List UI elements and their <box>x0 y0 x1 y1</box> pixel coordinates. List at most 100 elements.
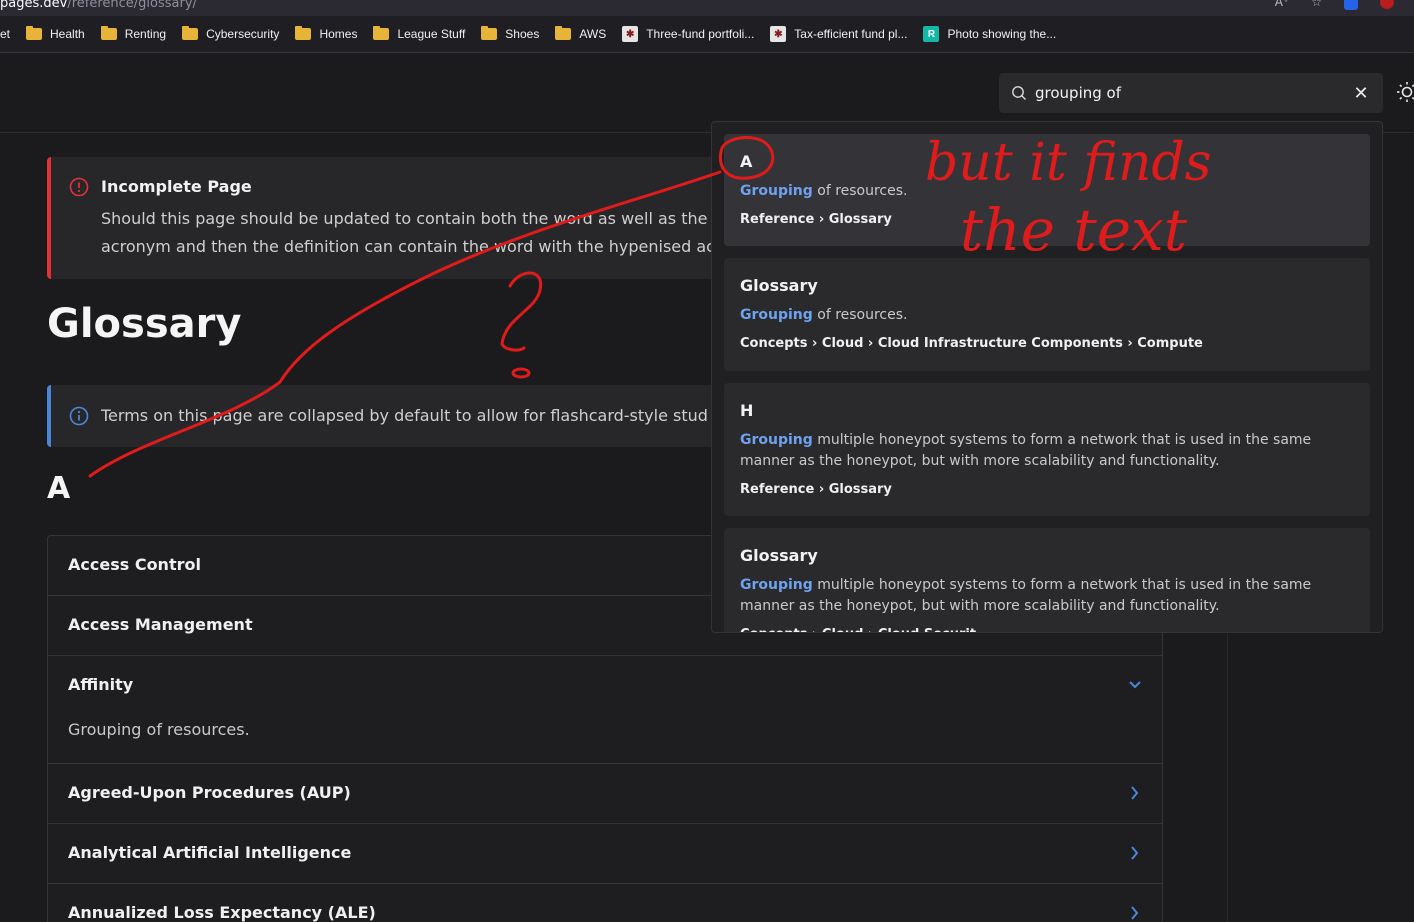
admonition-body-line: acronym and then the definition can cont… <box>101 237 715 256</box>
folder-icon <box>373 26 390 40</box>
term-name: Agreed-Upon Procedures (AUP) <box>68 783 351 802</box>
bookmark-label: Shoes <box>505 27 540 41</box>
r-site-icon: R <box>923 26 940 42</box>
search-result-item[interactable]: H Grouping multiple honeypot systems to f… <box>724 383 1370 516</box>
result-title: Glossary <box>740 276 818 295</box>
search-input[interactable] <box>1035 84 1351 102</box>
bookmark-item[interactable]: et <box>0 22 10 46</box>
favorite-add-icon[interactable]: ☆ <box>1311 0 1322 9</box>
result-title: Glossary <box>740 546 818 565</box>
annotation-question-mark <box>500 271 543 352</box>
chevron-right-icon[interactable] <box>1126 844 1144 862</box>
result-match-highlight: Grouping <box>740 577 813 593</box>
search-icon <box>1012 86 1026 100</box>
term-definition: Grouping of resources. <box>68 720 250 739</box>
bookmark-item[interactable]: AWS <box>555 22 606 46</box>
browser-address-bar[interactable]: pages.dev/reference/glossary/ A⁺ ☆ <box>0 0 1414 16</box>
bookmark-item[interactable]: Health <box>26 22 85 46</box>
page-title: Glossary <box>47 301 242 347</box>
term-name: Access Control <box>68 555 201 574</box>
glossary-term-row[interactable]: Analytical Artificial Intelligence <box>48 824 1162 884</box>
search-result-item[interactable]: A Grouping of resources. Reference › Gloss… <box>724 134 1370 246</box>
bookmark-label: Tax-efficient fund pl... <box>794 27 908 41</box>
bookmark-label: Homes <box>319 27 358 41</box>
result-breadcrumb: Concepts › Cloud › Cloud Securit... <box>740 627 991 632</box>
chevron-right-icon[interactable] <box>1126 784 1144 802</box>
result-match-highlight: Grouping <box>740 307 813 323</box>
result-snippet-text: multiple honeypot systems to form a netw… <box>812 577 1312 593</box>
result-snippet-text: multiple honeypot systems to form a netw… <box>812 432 1312 448</box>
search-result-item[interactable]: Glossary Grouping multiple honeypot syste… <box>724 528 1370 632</box>
bookmark-item[interactable]: Homes <box>295 22 357 46</box>
chevron-down-icon[interactable] <box>1126 676 1144 694</box>
glossary-term-row[interactable]: Affinity Grouping of resources. <box>48 656 1162 764</box>
result-snippet-text: manner as the honeypot, but with more sc… <box>740 598 1220 614</box>
result-snippet: Grouping multiple honeypot systems to fo… <box>740 430 1340 472</box>
url-host: pages.dev <box>0 0 68 11</box>
folder-icon <box>481 26 498 40</box>
bookmark-label: Renting <box>124 27 167 41</box>
bookmark-item[interactable]: R Photo showing the... <box>923 22 1056 46</box>
url-path: /reference/glossary/ <box>67 0 197 11</box>
bookmark-label: Photo showing the... <box>947 27 1057 41</box>
term-name: Access Management <box>68 615 253 634</box>
folder-icon <box>555 26 572 40</box>
bookmark-item[interactable]: Renting <box>100 22 167 46</box>
folder-icon <box>295 26 312 40</box>
bookmark-label: League Stuff <box>397 27 466 41</box>
result-snippet-text: of resources. <box>812 307 908 323</box>
result-breadcrumb: Concepts › Cloud › Cloud Infrastructure … <box>740 336 1203 351</box>
search-results-dropdown: A Grouping of resources. Reference › Gloss… <box>711 121 1383 633</box>
result-snippet: Grouping of resources. <box>740 305 1340 326</box>
bitwarden-extension-icon[interactable] <box>1344 0 1358 10</box>
bookmark-item[interactable]: ✱ Tax-efficient fund pl... <box>770 22 907 46</box>
result-breadcrumb: Reference › Glossary <box>740 482 892 497</box>
folder-icon <box>26 26 43 40</box>
result-snippet: Grouping multiple honeypot systems to fo… <box>740 575 1340 617</box>
folder-icon <box>182 26 199 40</box>
result-breadcrumb: Reference › Glossary <box>740 212 892 227</box>
reader-mode-icon[interactable]: A⁺ <box>1275 0 1290 9</box>
admonition-body-line: Should this page should be updated to co… <box>101 209 721 228</box>
alert-circle-icon <box>69 177 89 197</box>
theme-toggle-sun-icon[interactable] <box>1396 81 1414 103</box>
bookmark-item[interactable]: Shoes <box>481 22 539 46</box>
info-circle-icon <box>69 406 89 426</box>
bookmark-label: Health <box>50 27 85 41</box>
result-title: H <box>740 401 754 420</box>
glossary-term-row[interactable]: Annualized Loss Expectancy (ALE) <box>48 884 1162 922</box>
browser-toolbar-icons: A⁺ ☆ <box>1275 0 1394 10</box>
url-text[interactable]: pages.dev/reference/glossary/ <box>0 0 197 11</box>
admonition-body: Should this page should be updated to co… <box>101 205 721 261</box>
search-box[interactable]: ✕ <box>999 73 1383 113</box>
bookmark-item[interactable]: ✱ Three-fund portfoli... <box>622 22 754 46</box>
result-title: A <box>740 152 753 171</box>
bookmark-item[interactable]: League Stuff <box>373 22 465 46</box>
bookmark-label: AWS <box>579 27 607 41</box>
extension-icon[interactable] <box>1380 0 1394 9</box>
result-match-highlight: Grouping <box>740 183 813 199</box>
glossary-term-row[interactable]: Agreed-Upon Procedures (AUP) <box>48 764 1162 824</box>
incomplete-page-admonition: Incomplete Page Should this page should … <box>47 157 727 279</box>
bookmarks-bar: et Health Renting Cybersecurity Homes League … <box>0 16 1414 53</box>
result-snippet: Grouping of resources. <box>740 181 1340 202</box>
vanguard-icon: ✱ <box>622 26 639 42</box>
bookmark-label: Cybersecurity <box>206 27 280 41</box>
bookmark-item[interactable]: Cybersecurity <box>182 22 279 46</box>
result-snippet-text: manner as the honeypot, but with more sc… <box>740 453 1220 469</box>
close-icon[interactable]: ✕ <box>1351 83 1371 104</box>
term-name: Affinity <box>68 675 134 694</box>
result-match-highlight: Grouping <box>740 432 813 448</box>
term-name: Analytical Artificial Intelligence <box>68 843 352 862</box>
term-name: Annualized Loss Expectancy (ALE) <box>68 903 376 922</box>
chevron-right-icon[interactable] <box>1126 904 1144 922</box>
flashcard-info-admonition: Terms on this page are collapsed by defa… <box>47 385 727 447</box>
search-result-item[interactable]: Glossary Grouping of resources. Concepts ›… <box>724 258 1370 371</box>
bookmark-label: Three-fund portfoli... <box>646 27 755 41</box>
vanguard-icon: ✱ <box>770 26 787 42</box>
annotation-question-dot <box>511 367 531 379</box>
admonition-title: Incomplete Page <box>101 177 252 196</box>
app-root: pages.dev/reference/glossary/ A⁺ ☆ et Hea… <box>0 0 1414 922</box>
result-snippet-text: of resources. <box>812 183 908 199</box>
admonition-body: Terms on this page are collapsed by defa… <box>101 406 708 425</box>
